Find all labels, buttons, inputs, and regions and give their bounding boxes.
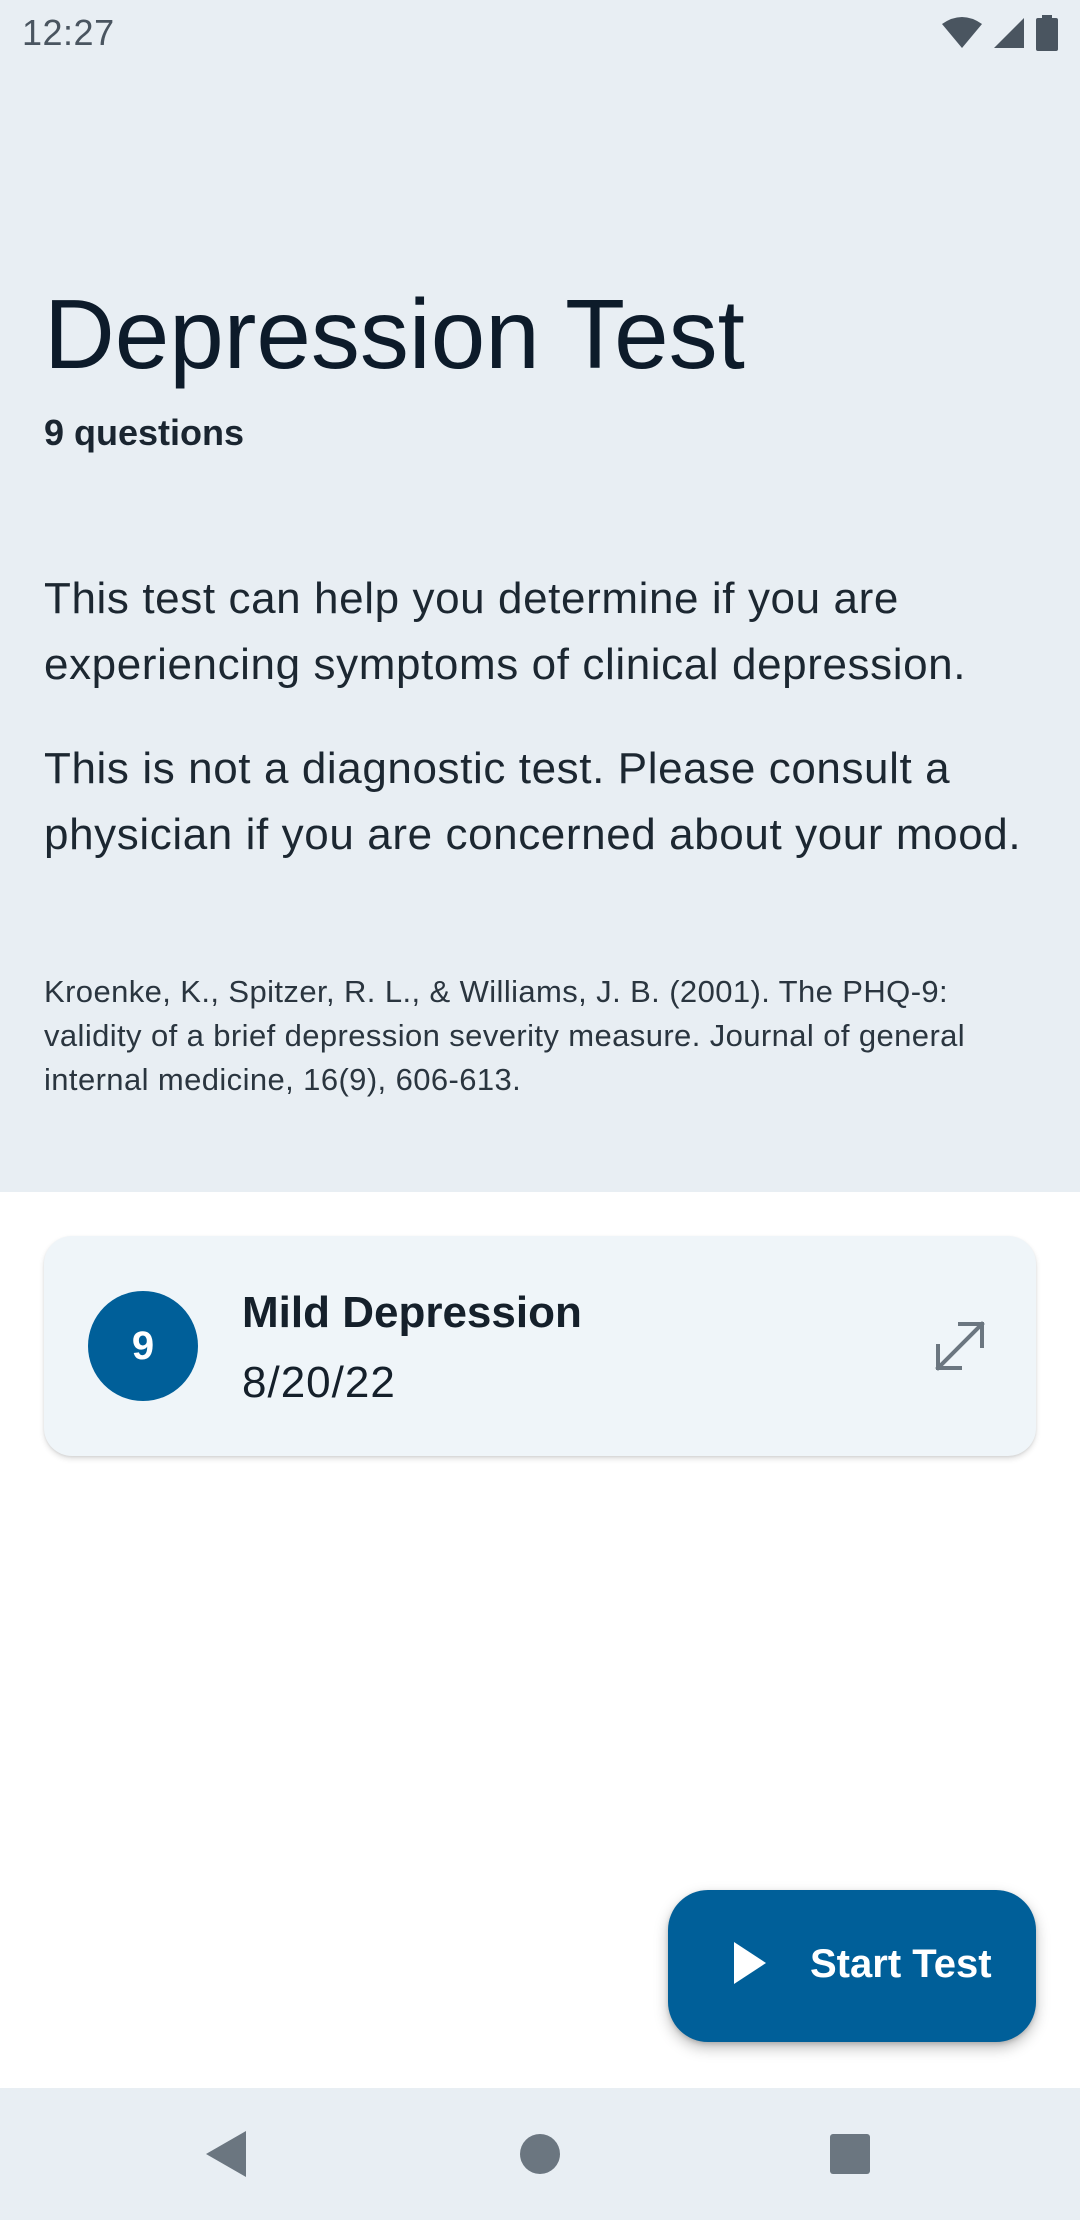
citation: Kroenke, K., Spitzer, R. L., & Williams,…: [44, 974, 966, 1097]
status-icons: [942, 15, 1058, 51]
back-icon: [206, 2131, 246, 2177]
play-icon: [734, 1942, 766, 1984]
page-title: Depression Test: [44, 279, 745, 389]
result-date: 8/20/22: [242, 1358, 396, 1407]
result-label: Mild Depression: [242, 1288, 582, 1337]
status-time: 12:27: [22, 12, 115, 53]
start-test-button[interactable]: Start Test: [668, 1890, 1036, 2042]
recents-icon: [830, 2134, 870, 2174]
home-icon: [520, 2134, 560, 2174]
battery-icon: [1036, 15, 1058, 51]
recents-button[interactable]: [770, 2088, 930, 2220]
question-count: 9 questions: [44, 412, 245, 453]
back-button[interactable]: [146, 2088, 306, 2220]
test-disclaimer: This is not a diagnostic test. Please co…: [44, 744, 1022, 859]
cell-signal-icon: [994, 18, 1024, 48]
test-description: This test can help you determine if you …: [44, 574, 967, 689]
result-card[interactable]: 9 Mild Depression 8/20/22: [44, 1236, 1036, 1456]
score-value: 9: [131, 1323, 155, 1368]
start-test-label: Start Test: [810, 1942, 992, 1986]
home-button[interactable]: [460, 2088, 620, 2220]
wifi-icon: [942, 17, 982, 48]
status-bar: 12:27: [0, 0, 1080, 66]
expand-icon[interactable]: [930, 1316, 990, 1376]
score-badge: 9: [88, 1291, 198, 1401]
navigation-bar: [0, 2088, 1080, 2220]
